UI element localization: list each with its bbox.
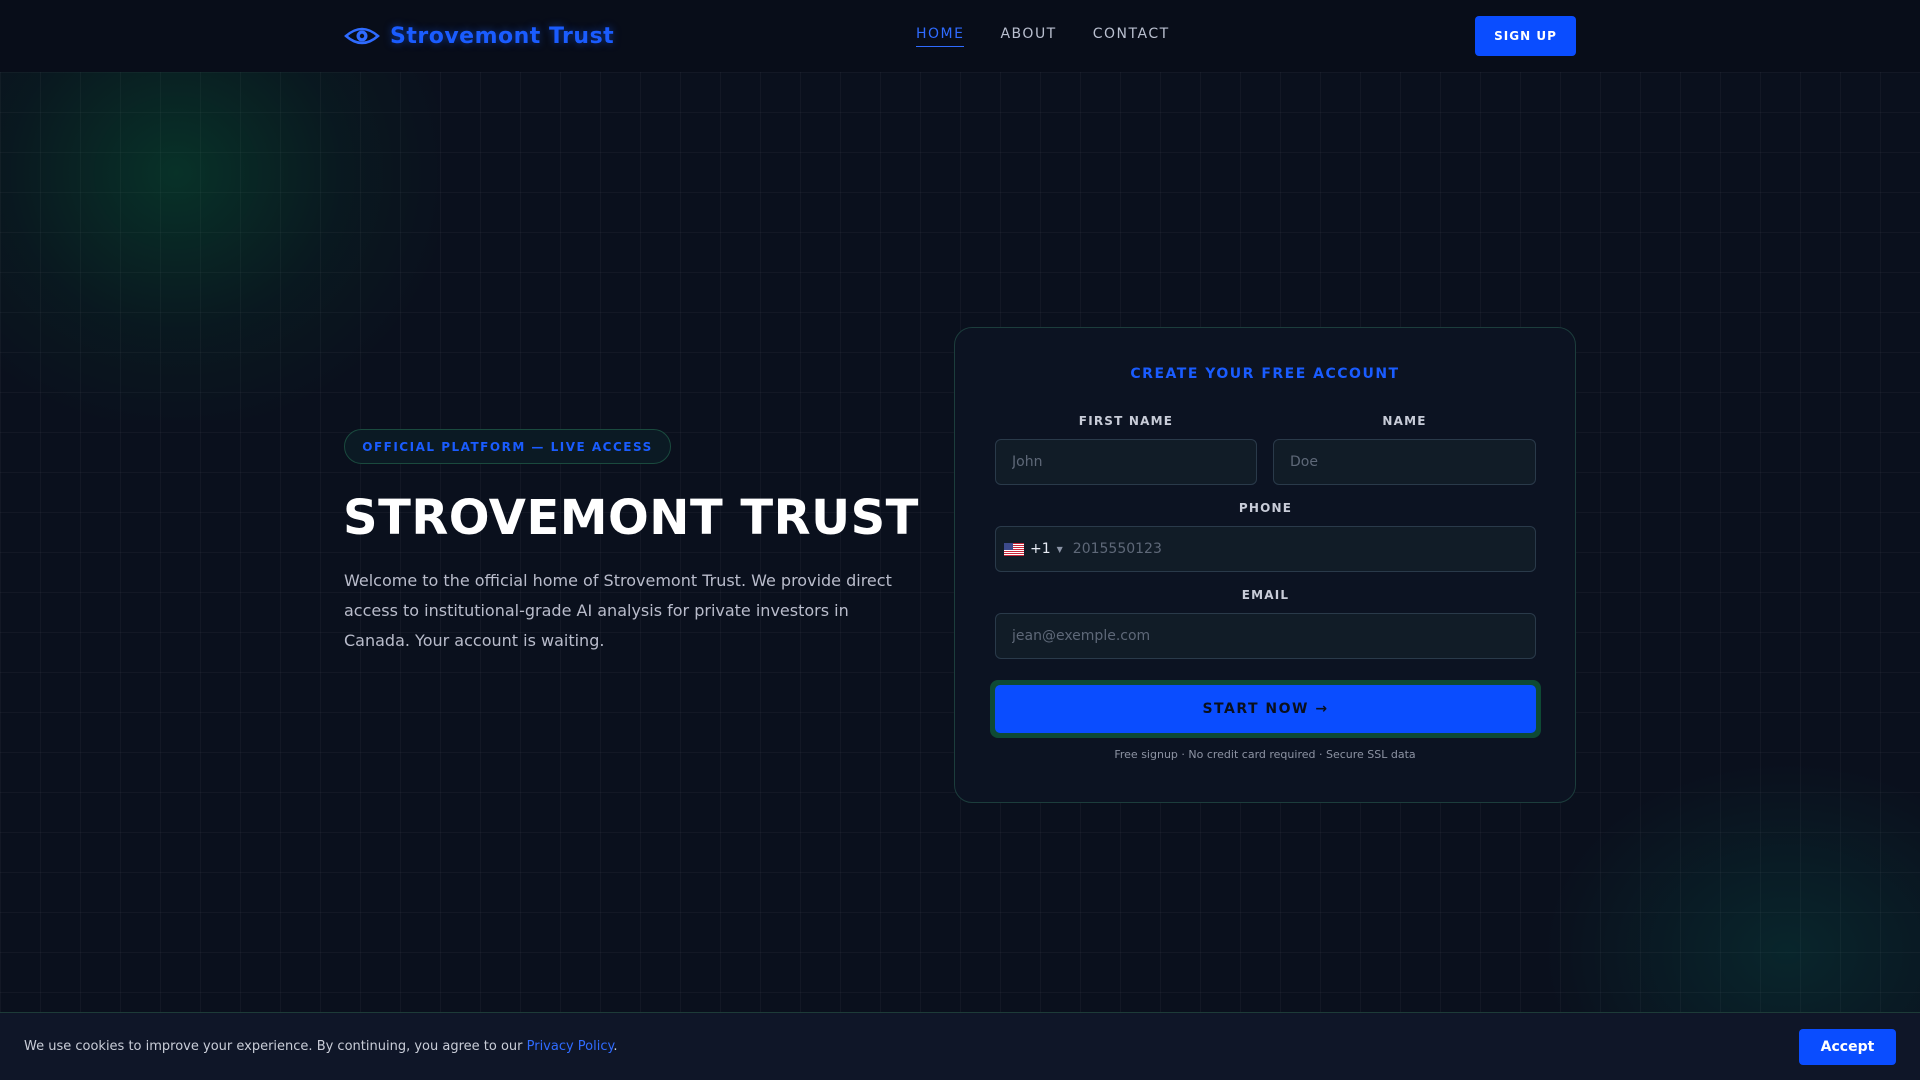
first-name-label: FIRST NAME xyxy=(1078,414,1174,428)
brand-logo[interactable]: Strovemont Trust xyxy=(344,20,614,52)
country-code-selector[interactable]: +1 ▼ xyxy=(996,527,1063,571)
email-input[interactable] xyxy=(995,613,1536,659)
start-button-ring: START NOW → xyxy=(990,680,1541,738)
status-badge: OFFICIAL PLATFORM — LIVE ACCESS xyxy=(344,429,671,464)
main-nav: HOME ABOUT CONTACT xyxy=(916,26,1170,47)
hero-description: Welcome to the official home of Strovemo… xyxy=(344,571,892,650)
form-fine-print: Free signup · No credit card required · … xyxy=(1114,748,1416,761)
dial-code: +1 xyxy=(1030,541,1051,557)
accept-cookies-button[interactable]: Accept xyxy=(1799,1029,1896,1065)
site-header: Strovemont Trust HOME ABOUT CONTACT SIGN… xyxy=(0,0,1920,72)
cookie-text: We use cookies to improve your experienc… xyxy=(24,1039,618,1054)
cookie-text-after: . xyxy=(613,1039,618,1054)
form-title: CREATE YOUR FREE ACCOUNT xyxy=(1130,366,1400,382)
sign-up-button[interactable]: SIGN UP xyxy=(1475,16,1576,56)
background-glow-top-left xyxy=(0,40,440,420)
brand-name: Strovemont Trust xyxy=(390,23,615,49)
last-name-label: NAME xyxy=(1382,414,1427,428)
nav-home[interactable]: HOME xyxy=(916,26,965,47)
phone-label: PHONE xyxy=(1238,501,1293,515)
us-flag-icon xyxy=(1004,542,1024,556)
phone-input[interactable] xyxy=(1062,527,1535,571)
first-name-input[interactable] xyxy=(995,439,1257,485)
nav-contact[interactable]: CONTACT xyxy=(1093,26,1170,47)
eye-icon xyxy=(344,27,380,45)
phone-field: +1 ▼ xyxy=(995,526,1536,572)
hero-title: STROVEMONT TRUST xyxy=(343,490,919,546)
cookie-text-before: We use cookies to improve your experienc… xyxy=(24,1039,527,1054)
nav-about[interactable]: ABOUT xyxy=(1000,26,1056,47)
last-name-input[interactable] xyxy=(1273,439,1536,485)
email-label: EMAIL xyxy=(1241,588,1290,602)
signup-form-card: CREATE YOUR FREE ACCOUNT FIRST NAME NAME… xyxy=(954,327,1576,803)
start-now-button[interactable]: START NOW → xyxy=(995,685,1536,733)
cookie-banner: We use cookies to improve your experienc… xyxy=(0,1012,1920,1080)
privacy-policy-link[interactable]: Privacy Policy xyxy=(527,1039,614,1054)
